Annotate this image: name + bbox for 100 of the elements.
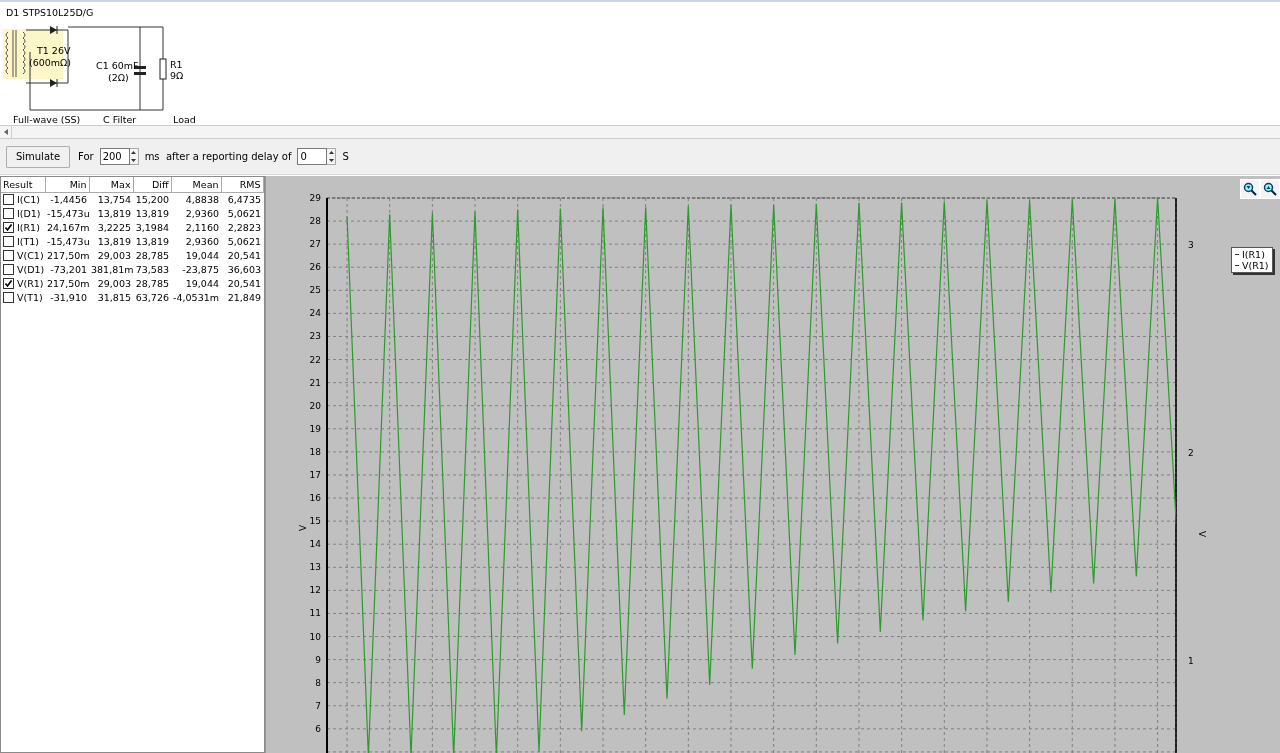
table-cell-text: -73,201 [49,263,88,277]
axis-tick-label: 1 [1188,656,1194,666]
table-cell-text: -15,473u [46,207,89,221]
transformer-resistance: (600mΩ) [29,57,72,68]
result-name: I(R1) [17,222,40,233]
axis-tick-label: 3 [1188,240,1194,250]
checkbox[interactable] [3,264,14,275]
capacitor-resistance: (2Ω) [108,72,129,83]
column-header[interactable]: Mean [171,177,221,192]
axis-tick-label: 13 [309,562,321,573]
resistor-value: 9Ω [170,70,184,81]
table-cell: 13,819 [89,234,133,249]
axis-tick-label: 29 [309,193,321,203]
axis-label: V [1197,531,1207,538]
axis-tick-label: 6 [315,723,321,734]
diode-symbol [50,25,58,35]
circuit-diagram[interactable]: D1 STPS10L25D/G T1 26V (600mΩ) C1 60mF (2Ω) R1 9Ω Full-wave (SS) C Filter Load [0,2,200,125]
checkbox[interactable] [3,278,14,289]
transformer-symbol [5,29,26,78]
axis-tick-label: 7 [315,700,321,711]
unit-label: S [342,151,349,162]
simulate-button[interactable]: Simulate [6,145,70,168]
table-cell: 3,2225 [89,220,133,235]
table-cell-text: 381,81m [90,263,133,277]
zoom-in-button[interactable] [1240,179,1260,199]
checkbox[interactable] [3,222,14,233]
axis-tick-label: 25 [309,285,321,296]
checkbox[interactable] [3,292,14,303]
left-arrow-icon[interactable] [3,129,8,135]
table-cell-text: -31,910 [49,291,88,305]
table-cell-text: 28,785 [134,277,170,291]
table-cell: 15,200 [133,192,171,207]
check-icon [5,280,12,287]
table-cell-text: -15,473u [46,235,89,249]
table-cell-text: 21,849 [226,291,262,305]
table-cell-text: 28,785 [134,249,170,263]
table-cell: -1,4456 [45,192,89,207]
table-cell-text: 20,541 [226,249,262,263]
zoom-out-button[interactable] [1260,179,1280,199]
table-cell-text: 2,9360 [184,207,220,221]
axis-tick-label: 24 [309,308,321,319]
axis-tick-label: 27 [309,239,321,250]
table-cell-text: 13,819 [134,235,170,249]
axis-tick-label: 17 [309,469,321,480]
axis-tick-label: 15 [309,516,321,527]
result-name: I(C1) [17,194,40,205]
checkbox[interactable] [3,194,14,205]
result-name: V(C1) [17,250,44,261]
result-name: V(R1) [17,278,44,289]
checkbox[interactable] [3,208,14,219]
checkbox[interactable] [3,236,14,247]
table-cell-text: 13,819 [134,207,170,221]
spinner-icon[interactable] [129,148,139,165]
checkbox[interactable] [3,250,14,261]
horizontal-scrollbar[interactable] [0,125,1280,139]
delay-field[interactable]: 0 [297,148,328,165]
capacitor-label: C1 60mF [96,60,139,71]
legend-marker [1235,265,1239,266]
axis-tick-label: 14 [309,539,321,550]
table-cell-text: 5,0621 [226,207,262,221]
axis-tick-label: 23 [309,331,321,342]
column-header[interactable]: Min [45,177,89,192]
table-cell: 13,754 [89,192,133,207]
zoom-icon [1263,182,1277,196]
table-cell-text: 217,50m [46,277,89,291]
axis-tick-label: 11 [309,608,321,619]
result-name: V(D1) [17,264,45,275]
spinner-icon[interactable] [327,148,337,165]
resistor-symbol [159,58,167,80]
legend-marker [1235,254,1239,255]
axis-tick-label: 22 [309,354,321,365]
column-header[interactable]: Max [89,177,133,192]
axis-tick-label: 10 [309,631,321,642]
axis-tick-label: 28 [309,216,321,227]
result-name: I(D1) [17,208,41,219]
table-cell: 13,819 [89,206,133,221]
table-cell-text: 63,726 [134,291,170,305]
transformer-label: T1 26V [37,45,71,56]
axis-tick-label: 19 [309,423,321,434]
table-cell-text: 19,044 [184,249,220,263]
column-header[interactable]: Diff [133,177,171,192]
table-cell-text: 24,167m [46,221,89,235]
block-label: Full-wave (SS) [13,114,81,125]
table-cell-text: -4,0531m [172,291,220,305]
table-cell: 29,003 [89,248,133,263]
table-cell-text: 20,541 [226,277,262,291]
table-cell-text: 19,044 [184,277,220,291]
unit-label: ms after a reporting delay of [144,151,292,162]
column-header[interactable]: RMS [221,177,263,192]
axis-tick-label: 21 [309,377,321,388]
column-header[interactable]: Result [1,177,45,192]
axis-tick-label: 8 [315,677,321,688]
for-label: For [78,151,94,162]
table-cell: 6,4735 [221,192,263,207]
axis-tick-label: 26 [309,262,321,273]
table-cell-text: 5,0621 [226,235,262,249]
table-cell-text: 36,603 [226,263,262,277]
duration-field[interactable]: 200 [99,148,130,165]
table-cell: 4,8838 [171,192,221,207]
axis-tick-label: 16 [309,493,321,504]
